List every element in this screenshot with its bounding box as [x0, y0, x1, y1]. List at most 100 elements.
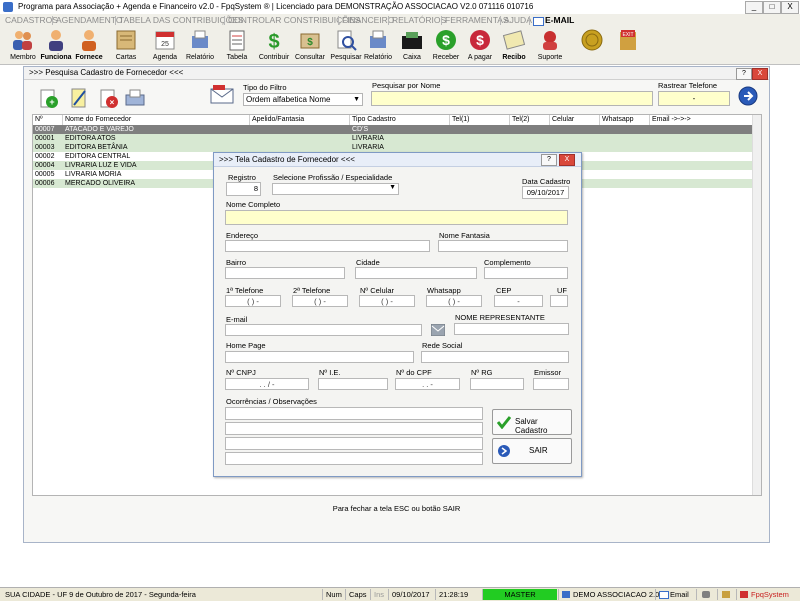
col-header-type[interactable]: Tipo Cadastro	[350, 115, 450, 125]
toolbar-report-button[interactable]: Relatório	[182, 27, 218, 64]
cidade-label: Cidade	[356, 258, 380, 267]
obs-line-1[interactable]	[225, 407, 483, 420]
cell-name: EDITORA ATOS	[65, 135, 116, 142]
status-pencil[interactable]	[717, 589, 735, 600]
registro-field[interactable]: 8	[226, 182, 261, 196]
menu-ajuda[interactable]: AJUDA	[504, 15, 532, 25]
go-arrow-icon[interactable]	[738, 86, 758, 106]
nome-field[interactable]	[225, 210, 568, 225]
menu-financeiro[interactable]: FINANCEIRO	[342, 15, 394, 25]
cpf-field[interactable]: . . -	[395, 378, 460, 390]
ie-field[interactable]	[318, 378, 388, 390]
toolbar-consult-button[interactable]: $ Consultar	[292, 27, 328, 64]
toolbar-support-button[interactable]: Suporte	[532, 27, 568, 64]
edit-icon[interactable]	[69, 87, 89, 109]
menu-controlar[interactable]: CONTROLAR CONSTRIBUIÇÕES	[228, 15, 360, 25]
dialog-close-button[interactable]: X	[559, 154, 575, 166]
print-icon[interactable]	[124, 88, 146, 108]
cell-name: LIVRARIA LUZ E VIDA	[65, 162, 137, 169]
col-header-num[interactable]: Nº	[33, 115, 63, 125]
toolbar-table-button[interactable]: Tabela	[219, 27, 255, 64]
cnpj-field[interactable]: . . / -	[225, 378, 309, 390]
minimize-button[interactable]: _	[745, 1, 763, 14]
redesocial-field[interactable]	[421, 351, 569, 363]
celular-field[interactable]: ( ) -	[359, 295, 415, 307]
homepage-field[interactable]	[225, 351, 414, 363]
menu-agendamento[interactable]: AGENDAMENTO	[56, 15, 122, 25]
cep-field[interactable]: -	[494, 295, 543, 307]
col-header-nick[interactable]: Apelido/Fantasia	[250, 115, 350, 125]
endereco-field[interactable]	[225, 240, 430, 252]
grid-scrollbar[interactable]	[752, 115, 761, 495]
list-close-button[interactable]: X	[752, 68, 768, 80]
table-row[interactable]: 00001 EDITORA ATOS LIVRARIA	[33, 134, 753, 143]
cell-name: ATACADO E VAREJO	[65, 126, 134, 133]
obs-line-2[interactable]	[225, 422, 483, 435]
whatsapp-mask: ( ) -	[448, 297, 460, 306]
list-help-button[interactable]: ?	[736, 68, 752, 80]
profissao-select[interactable]: ▼	[272, 183, 399, 195]
menu-cadastros[interactable]: CADASTROS	[5, 15, 58, 25]
col-header-whatsapp[interactable]: Whatsapp	[600, 115, 650, 125]
col-header-tel2[interactable]: Tel(2)	[510, 115, 550, 125]
search-input[interactable]	[371, 91, 653, 106]
close-button[interactable]: X	[781, 1, 799, 14]
toolbar-letters-button[interactable]: Cartas	[108, 27, 144, 64]
col-header-cell[interactable]: Celular	[550, 115, 600, 125]
add-icon[interactable]: +	[39, 89, 59, 109]
delete-icon[interactable]: ×	[99, 89, 119, 109]
toolbar-contribute-button[interactable]: $ Contribuir	[256, 27, 292, 64]
emissor-field[interactable]	[533, 378, 569, 390]
email-field[interactable]	[225, 324, 422, 336]
email-send-icon[interactable]	[431, 324, 445, 336]
data-cadastro-field[interactable]: 09/10/2017	[522, 186, 569, 199]
dialog-title: >>> Tela Cadastro de Fornecedor <<<	[219, 155, 355, 164]
representante-field[interactable]	[454, 323, 569, 335]
col-header-name[interactable]: Nome do Fornecedor	[63, 115, 250, 125]
save-button[interactable]: Salvar Cadastro	[492, 409, 572, 435]
toolbar-supplier-button[interactable]: Fornece	[71, 27, 107, 64]
toolbar-coins-button[interactable]	[574, 27, 610, 64]
phone-track-input[interactable]: -	[658, 91, 730, 106]
dialog-help-button[interactable]: ?	[541, 154, 557, 166]
bairro-field[interactable]	[225, 267, 345, 279]
col-header-email[interactable]: Email ->->->	[650, 115, 753, 125]
search-label: Pesquisar por Nome	[372, 81, 441, 90]
obs-line-4[interactable]	[225, 452, 483, 465]
complemento-field[interactable]	[484, 267, 568, 279]
col-header-tel1[interactable]: Tel(1)	[450, 115, 510, 125]
fantasia-label: Nome Fantasia	[439, 231, 490, 240]
table-row[interactable]: 00007 ATACADO E VAREJO CD'S	[33, 125, 753, 134]
svg-text:$: $	[476, 32, 484, 48]
whatsapp-field[interactable]: ( ) -	[426, 295, 482, 307]
toolbar-exit-button[interactable]: EXIT	[610, 27, 646, 64]
cell-num: 00001	[35, 135, 55, 142]
uf-field[interactable]	[550, 295, 568, 307]
table-row[interactable]: 00003 EDITORA BETÂNIA LIVRARIA	[33, 143, 753, 152]
status-email[interactable]: Email	[655, 589, 695, 600]
status-date: 09/10/2017	[388, 589, 434, 600]
cidade-field[interactable]	[355, 267, 477, 279]
tel2-field[interactable]: ( ) -	[292, 295, 348, 307]
exit-button[interactable]: SAIR	[492, 438, 572, 464]
obs-line-3[interactable]	[225, 437, 483, 450]
rg-field[interactable]	[470, 378, 524, 390]
cpf-label: Nº do CPF	[396, 368, 432, 377]
cell-num: 00005	[35, 171, 55, 178]
cep-label: CEP	[496, 286, 512, 295]
cell-num: 00006	[35, 180, 55, 187]
complemento-label: Complemento	[484, 258, 531, 267]
tel1-field[interactable]: ( ) -	[225, 295, 281, 307]
pay-icon: $	[470, 30, 490, 50]
filter-select[interactable]: Ordem alfabetica Nome ▼	[243, 93, 363, 106]
maximize-button[interactable]: □	[763, 1, 781, 14]
exit-icon: EXIT	[620, 30, 636, 50]
menu-email[interactable]: E-MAIL	[545, 15, 574, 25]
fantasia-field[interactable]	[438, 240, 568, 252]
status-tools[interactable]	[696, 589, 716, 600]
status-company-label: DEMO ASSOCIACAO 2.0	[573, 590, 660, 599]
contribute-icon: $	[268, 31, 279, 52]
chevron-down-icon: ▼	[353, 96, 360, 103]
toolbar-receipt-button[interactable]: Recibo	[496, 27, 532, 64]
menu-relatorios[interactable]: RELATÓRIOS	[392, 15, 446, 25]
